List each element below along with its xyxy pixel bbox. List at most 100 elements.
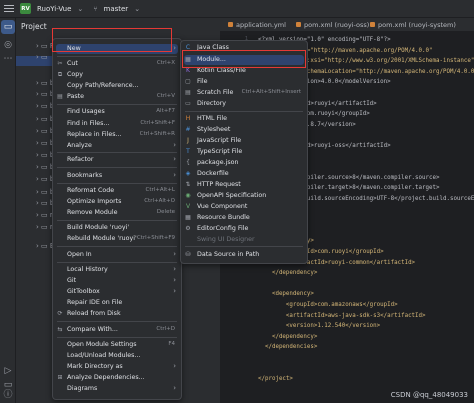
code-line[interactable]: </dependency> xyxy=(258,269,317,277)
terminal-icon[interactable]: ▭ xyxy=(3,380,13,390)
chevron-down-icon[interactable]: ⌄ xyxy=(134,5,140,13)
menu-item-file[interactable]: ▢ File xyxy=(184,77,304,87)
remove-module-icon xyxy=(56,209,64,217)
menu-item-git[interactable]: Git › xyxy=(56,276,178,286)
menu-item-bookmarks[interactable]: Bookmarks › xyxy=(56,171,178,181)
shortcut-hint: Ctrl+Shift+F xyxy=(140,120,175,126)
menu-item-reformat-code[interactable]: Reformat Code Ctrl+Alt+L xyxy=(56,186,178,196)
menu-item-analyze[interactable]: Analyze › xyxy=(56,141,178,151)
menu-item-paste[interactable]: ▤ Paste Ctrl+V xyxy=(56,92,178,102)
menu-item-http-request[interactable]: ⇅ HTTP Request xyxy=(184,180,304,190)
menu-item-editorconfig-file[interactable]: ⚙ EditorConfig File xyxy=(184,224,304,234)
menu-item-data-source-in-path[interactable]: ⛁ Data Source in Path xyxy=(184,250,304,260)
menu-item-analyze-dependencies[interactable]: ⊞ Analyze Dependencies... xyxy=(56,373,178,383)
menu-item-label: Paste xyxy=(67,93,84,100)
menu-item-stylesheet[interactable]: # Stylesheet xyxy=(184,125,304,135)
code-line[interactable]: </project> xyxy=(258,375,293,383)
tab-pom-oss[interactable]: pom.xml (ruoyi-oss) xyxy=(296,21,369,29)
shortcut-hint: Ctrl+V xyxy=(156,93,175,99)
package-json-icon: { xyxy=(186,159,190,166)
menu-item-label: Reload from Disk xyxy=(67,310,121,317)
menu-item-label: Remove Module xyxy=(67,209,118,216)
panel-title[interactable]: Project xyxy=(21,22,47,31)
run-icon[interactable]: ▷ xyxy=(3,366,13,376)
menu-item-label: Load/Unload Modules... xyxy=(67,352,141,359)
chevron-right-icon: › xyxy=(173,171,176,179)
optimize-imports-icon xyxy=(56,198,64,206)
chevron-down-icon[interactable]: ⌄ xyxy=(77,5,83,13)
chevron-right-icon: › xyxy=(173,265,176,273)
problems-icon[interactable]: ⓘ xyxy=(3,390,13,400)
menu-item-html-file[interactable]: H HTML File xyxy=(184,114,304,124)
tab-application-yml[interactable]: application.yml xyxy=(228,21,286,29)
menu-item-replace-in-files[interactable]: Replace in Files... Ctrl+Shift+R xyxy=(56,130,178,140)
menu-separator xyxy=(57,56,177,57)
menu-item-label: Swing UI Designer xyxy=(197,236,255,243)
menu-item-label: Open In xyxy=(67,251,92,258)
menu-separator xyxy=(57,262,177,263)
menu-item-copy[interactable]: ⧉ Copy xyxy=(56,70,178,80)
menu-item-repair-ide-on-file[interactable]: Repair IDE on File xyxy=(56,298,178,308)
menu-separator xyxy=(57,167,177,168)
menu-item-rebuild-module-ruoyi[interactable]: Rebuild Module 'ruoyi' Ctrl+Shift+F9 xyxy=(56,234,178,244)
menu-item-scratch-file[interactable]: ▤ Scratch File Ctrl+Alt+Shift+Insert xyxy=(184,88,304,98)
menu-item-vue-component[interactable]: V Vue Component xyxy=(184,202,304,212)
menu-item-label: Stylesheet xyxy=(197,126,231,133)
chevron-right-icon: › xyxy=(173,250,176,258)
project-badge[interactable]: RV xyxy=(20,3,31,14)
commit-icon[interactable]: ◎ xyxy=(3,40,13,50)
menu-item-dockerfile[interactable]: ◈ Dockerfile xyxy=(184,169,304,179)
menu-item-refactor[interactable]: Refactor › xyxy=(56,155,178,165)
menu-item-typescript-file[interactable]: T TypeScript File xyxy=(184,147,304,157)
copy-path-reference-icon xyxy=(56,82,64,90)
menu-separator xyxy=(57,104,177,105)
menu-item-package-json[interactable]: {package.json xyxy=(184,158,304,168)
repair-ide-on-file-icon xyxy=(56,299,64,307)
code-line[interactable]: <version>1.12.540</version> xyxy=(258,322,380,330)
menu-item-load-unload-modules[interactable]: Load/Unload Modules... xyxy=(56,351,178,361)
menu-item-open-in[interactable]: Open In › xyxy=(56,250,178,260)
code-line[interactable]: <artifactId>aws-java-sdk-s3</artifactId> xyxy=(258,312,426,320)
shortcut-hint: Ctrl+D xyxy=(156,326,175,332)
menu-item-mark-directory-as[interactable]: Mark Directory as › xyxy=(56,362,178,372)
tab-pom-system[interactable]: pom.xml (ruoyi-system) xyxy=(370,21,456,29)
chevron-right-icon: › xyxy=(173,362,176,370)
structure-icon[interactable]: ⋯ xyxy=(3,54,13,64)
menu-item-gittoolbox[interactable]: GitToolbox › xyxy=(56,287,178,297)
menu-item-reload-from-disk[interactable]: ⟳ Reload from Disk xyxy=(56,309,178,319)
shortcut-hint: Ctrl+Alt+Shift+Insert xyxy=(241,89,301,95)
menu-item-find-in-files[interactable]: Find in Files... Ctrl+Shift+F xyxy=(56,119,178,129)
branch-icon[interactable]: ⑂ xyxy=(93,5,97,13)
branch-name[interactable]: master xyxy=(104,5,129,13)
folder-icon[interactable]: ▭ xyxy=(1,20,15,34)
menu-item-copy-path-reference[interactable]: Copy Path/Reference... xyxy=(56,81,178,91)
code-line[interactable]: <groupId>com.amazonaws</groupId> xyxy=(258,301,398,309)
menu-item-javascript-file[interactable]: J JavaScript File xyxy=(184,136,304,146)
menu-item-resource-bundle[interactable]: ▦ Resource Bundle xyxy=(184,213,304,223)
code-line[interactable]: </dependencies> xyxy=(258,343,317,351)
menu-item-directory[interactable]: ▭ Directory xyxy=(184,99,304,109)
menu-separator xyxy=(57,321,177,322)
menu-item-openapi-specification[interactable]: ◉ OpenAPI Specification xyxy=(184,191,304,201)
menu-item-label: Find Usages xyxy=(67,108,105,115)
menu-separator xyxy=(57,220,177,221)
menu-item-open-module-settings[interactable]: Open Module Settings F4 xyxy=(56,340,178,350)
menu-item-remove-module[interactable]: Remove Module Delete xyxy=(56,208,178,218)
menu-item-cut[interactable]: ✂ Cut Ctrl+X xyxy=(56,59,178,69)
main-menu-icon[interactable] xyxy=(4,5,14,12)
menu-item-build-module-ruoyi[interactable]: Build Module 'ruoyi' xyxy=(56,223,178,233)
menu-item-optimize-imports[interactable]: Optimize Imports Ctrl+Alt+O xyxy=(56,197,178,207)
menu-item-find-usages[interactable]: Find Usages Alt+F7 xyxy=(56,107,178,117)
watermark: CSDN @qq_48049033 xyxy=(390,391,468,399)
code-line[interactable]: <dependency> xyxy=(258,290,314,298)
menu-item-label: Analyze xyxy=(67,142,92,149)
menu-item-label: Analyze Dependencies... xyxy=(67,374,145,381)
menu-item-diagrams[interactable]: Diagrams › xyxy=(56,384,178,394)
code-line[interactable]: </dependency> xyxy=(258,333,317,341)
project-name[interactable]: RuoYi-Vue xyxy=(37,5,71,13)
menu-item-compare-with[interactable]: ⇆ Compare With... Ctrl+D xyxy=(56,325,178,335)
chevron-right-icon: › xyxy=(173,155,176,163)
menu-item-local-history[interactable]: Local History › xyxy=(56,265,178,275)
tree-row[interactable]: › ▭ xyxy=(36,53,48,63)
menu-separator xyxy=(57,152,177,153)
